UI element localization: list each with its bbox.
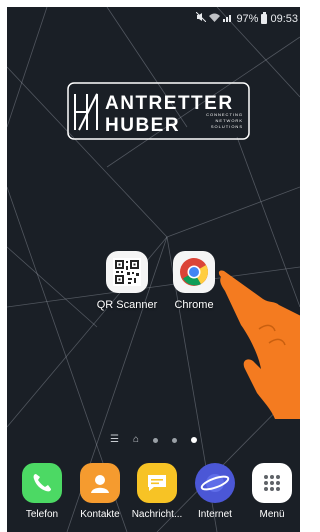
contacts-icon [80,463,120,503]
dock-label: Telefon [25,509,59,520]
phone-icon [22,463,62,503]
messages-icon [137,463,177,503]
clock: 09:53 [270,12,298,25]
dock-label: Internet [198,509,232,520]
status-bar: 97% 09:53 [7,7,300,29]
app-qr-scanner[interactable]: QR Scanner [92,251,162,311]
dock-label: Kontakte [80,509,120,520]
dock-menu[interactable]: Menü [243,463,300,520]
logo-tagline-1: CONNECTING [206,112,243,117]
logo-tagline-3: SOLUTIONS [211,124,243,129]
mute-icon [196,11,207,25]
signal-icon [223,13,233,25]
dock-nachrichten[interactable]: Nachricht... [128,463,186,520]
home-page-icon[interactable]: ⌂ [133,435,139,445]
dock-telefon[interactable]: Telefon [13,463,71,520]
page-indicator[interactable]: ☰ ⌂ [7,435,300,445]
page-dot-active[interactable] [191,437,197,443]
internet-icon [195,463,235,503]
dock-kontakte[interactable]: Kontakte [71,463,129,520]
qr-scanner-icon [106,251,148,293]
page-dot[interactable] [172,437,177,443]
pointing-hand-icon [218,270,300,419]
home-screen: 97% 09:53 ANTRETTER HUBER CONNECTING NET… [7,7,300,532]
wifi-icon [209,13,221,25]
apps-menu-icon [252,463,292,503]
dock-internet[interactable]: Internet [186,463,244,520]
dock-label: Nachricht... [131,509,183,520]
logo-line2: HUBER [105,115,180,136]
logo-tagline-2: NETWORK [216,118,243,123]
battery-icon [261,11,268,24]
dock-label: Menü [259,509,285,520]
briefing-page-icon[interactable]: ☰ [110,435,119,445]
company-logo: ANTRETTER HUBER CONNECTING NETWORK SOLUT… [67,82,250,140]
app-label: QR Scanner [96,299,158,311]
logo-line1: ANTRETTER [105,93,234,114]
chrome-icon [173,251,215,293]
battery-percent: 97% [236,12,259,25]
phone-screenshot: 97% 09:53 ANTRETTER HUBER CONNECTING NET… [0,0,300,532]
dock: Telefon Kontakte Nachricht... Internet M… [7,457,300,532]
page-dot[interactable] [153,437,158,443]
